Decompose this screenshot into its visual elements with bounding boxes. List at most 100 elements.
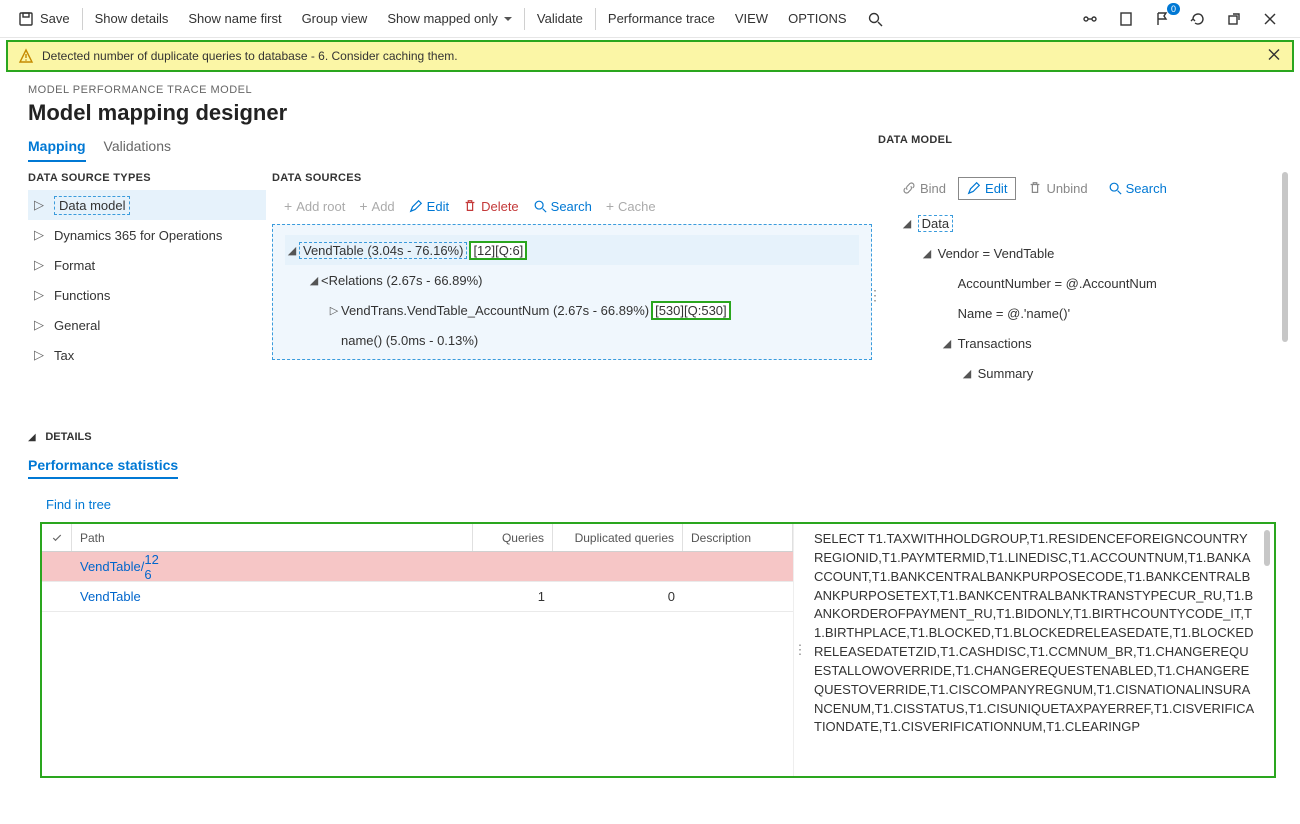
caret-down-icon[interactable]: ◢ (285, 244, 299, 257)
chevron-right-icon: ▷ (34, 257, 44, 273)
details-panel: ◢ DETAILS Performance statistics Find in… (0, 418, 1300, 522)
tab-validations[interactable]: Validations (104, 138, 171, 162)
chevron-right-icon: ▷ (34, 287, 44, 303)
ds-node-name[interactable]: name() (5.0ms - 0.13%) (327, 325, 859, 355)
dm-edit-button[interactable]: Edit (958, 177, 1016, 200)
chevron-right-icon: ▷ (34, 317, 44, 333)
add-button[interactable]: +Add (353, 194, 400, 218)
data-source-types-panel: DATA SOURCE TYPES ▷Data model▷Dynamics 3… (28, 172, 266, 418)
dst-item-functions[interactable]: ▷Functions (28, 280, 266, 310)
grid-header-desc[interactable]: Description (683, 524, 793, 551)
unbind-button[interactable]: Unbind (1020, 178, 1095, 199)
grid-header: Path Queries Duplicated queries Descript… (42, 524, 793, 552)
ds-search-button[interactable]: Search (527, 195, 598, 218)
refresh-icon (1190, 11, 1206, 27)
performance-trace-button[interactable]: Performance trace (598, 0, 725, 38)
caret-down-icon[interactable]: ◢ (920, 247, 934, 260)
breadcrumb: MODEL PERFORMANCE TRACE MODEL (28, 84, 1272, 96)
data-model-panel: Bind Edit Unbind Search ◢ Data ◢ Vendor … (878, 172, 1288, 418)
scrollbar[interactable] (1282, 172, 1288, 342)
horizontal-splitter[interactable] (794, 524, 806, 776)
dst-item-label: Format (54, 258, 95, 273)
dm-node-accountnumber[interactable]: AccountNumber = @.AccountNum (894, 268, 1288, 298)
dst-item-dynamics-365-for-operations[interactable]: ▷Dynamics 365 for Operations (28, 220, 266, 250)
dm-node-vendor[interactable]: ◢ Vendor = VendTable (894, 238, 1288, 268)
ds-node-vendtable[interactable]: ◢ VendTable (3.04s - 76.16%)[12][Q:6] (285, 235, 859, 265)
close-button[interactable] (1256, 5, 1284, 33)
popout-button[interactable] (1220, 5, 1248, 33)
group-view-button[interactable]: Group view (292, 0, 378, 38)
data-sources-label: DATA SOURCES (272, 172, 872, 184)
vendtable-label: VendTable (3.04s - 76.16%) (299, 242, 467, 259)
dst-item-label: Tax (54, 348, 74, 363)
cache-button[interactable]: +Cache (600, 194, 662, 218)
details-label: DETAILS (45, 431, 91, 443)
connector-icon-button[interactable] (1076, 5, 1104, 33)
caret-down-icon[interactable]: ◢ (960, 367, 974, 380)
grid-header-queries[interactable]: Queries (473, 524, 553, 551)
name-label: name() (5.0ms - 0.13%) (341, 333, 478, 348)
dm-node-name[interactable]: Name = @.'name()' (894, 298, 1288, 328)
caret-down-icon[interactable]: ◢ (900, 217, 914, 230)
grid-row[interactable]: VendTable/126 (42, 552, 793, 582)
tab-mapping[interactable]: Mapping (28, 138, 86, 162)
bind-button[interactable]: Bind (894, 178, 954, 199)
grid-cell-path[interactable]: VendTable (72, 582, 473, 611)
ds-node-relations[interactable]: ◢ <Relations (2.67s - 66.89%) (307, 265, 859, 295)
dm-node-transactions[interactable]: ◢ Transactions (894, 328, 1288, 358)
ds-toolbar: +Add root +Add Edit Delete Search +Cache (272, 190, 872, 222)
chevron-right-icon: ▷ (34, 197, 44, 213)
data-model-label: DATA MODEL (878, 134, 1300, 146)
dst-item-data-model[interactable]: ▷Data model (28, 190, 266, 220)
details-toggle[interactable]: ◢ DETAILS (28, 428, 1272, 443)
save-icon (18, 11, 34, 27)
check-icon (51, 532, 63, 544)
validate-button[interactable]: Validate (527, 0, 593, 38)
show-name-first-button[interactable]: Show name first (178, 0, 291, 38)
notifications-button[interactable]: 0 (1148, 5, 1176, 33)
save-button[interactable]: Save (8, 0, 80, 38)
data-sources-panel: DATA SOURCES +Add root +Add Edit Delete … (266, 172, 872, 418)
pencil-icon (409, 199, 423, 213)
dm-search-button[interactable]: Search (1100, 178, 1175, 199)
warning-banner: Detected number of duplicate queries to … (6, 40, 1294, 72)
caret-down-icon: ◢ (28, 432, 36, 443)
dst-item-format[interactable]: ▷ Format (28, 250, 266, 280)
grid-cell-dup: 0 (553, 582, 683, 611)
office-icon (1118, 11, 1134, 27)
caret-right-icon[interactable]: ▷ (327, 304, 341, 317)
view-menu[interactable]: VIEW (725, 0, 778, 38)
dst-item-tax[interactable]: ▷Tax (28, 340, 266, 370)
grid-cell-path[interactable]: VendTable/126 (72, 552, 793, 581)
grid-header-dup[interactable]: Duplicated queries (553, 524, 683, 551)
caret-down-icon[interactable]: ◢ (307, 274, 321, 287)
sql-preview: SELECT T1.TAXWITHHOLDGROUP,T1.RESIDENCEF… (806, 524, 1274, 776)
find-in-tree-link[interactable]: Find in tree (46, 497, 111, 512)
refresh-button[interactable] (1184, 5, 1212, 33)
edit-button[interactable]: Edit (403, 195, 455, 218)
show-details-button[interactable]: Show details (85, 0, 179, 38)
grid-cell-queries: 1 (473, 582, 553, 611)
add-root-button[interactable]: +Add root (278, 194, 351, 218)
vendtrans-annotation: [530][Q:530] (651, 301, 731, 320)
dst-item-general[interactable]: ▷General (28, 310, 266, 340)
ds-node-vendtrans[interactable]: ▷ VendTrans.VendTable_AccountNum (2.67s … (327, 295, 859, 325)
show-mapped-only-dropdown[interactable]: Show mapped only (377, 0, 522, 38)
warning-close[interactable] (1266, 47, 1282, 66)
caret-down-icon[interactable]: ◢ (940, 337, 954, 350)
grid-header-check[interactable] (42, 524, 72, 551)
connector-icon (1082, 11, 1098, 27)
relations-label: <Relations (2.67s - 66.89%) (321, 273, 483, 288)
delete-button[interactable]: Delete (457, 195, 525, 218)
grid-header-path[interactable]: Path (72, 524, 473, 551)
grid-row[interactable]: VendTable10 (42, 582, 793, 612)
data-source-types-label: DATA SOURCE TYPES (28, 172, 266, 184)
office-icon-button[interactable] (1112, 5, 1140, 33)
tab-performance-statistics[interactable]: Performance statistics (28, 457, 178, 479)
scrollbar[interactable] (1264, 530, 1270, 566)
options-menu[interactable]: OPTIONS (778, 0, 857, 38)
dm-node-data[interactable]: ◢ Data (894, 208, 1288, 238)
toolbar-search[interactable] (857, 0, 893, 38)
toolbar-separator (82, 8, 83, 30)
dm-node-summary[interactable]: ◢ Summary (894, 358, 1288, 388)
